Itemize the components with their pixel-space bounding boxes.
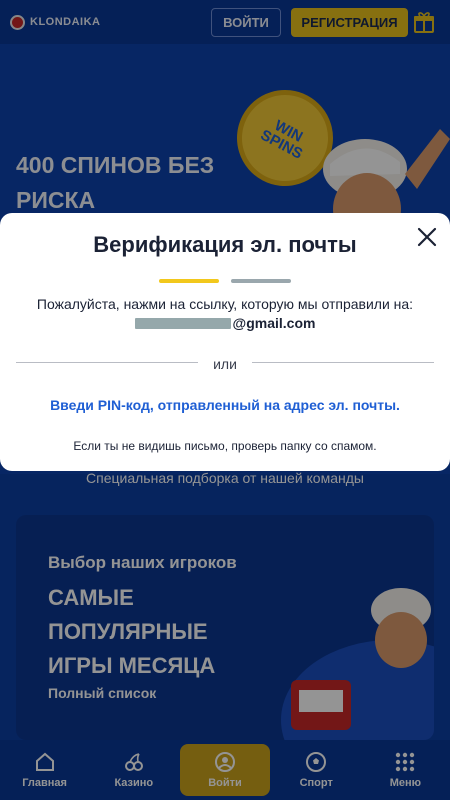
email-redaction bbox=[134, 317, 231, 329]
email-address: @gmail.com bbox=[0, 315, 450, 331]
step-indicator-active bbox=[159, 279, 219, 283]
step-indicator-inactive bbox=[231, 279, 291, 283]
divider-text: или bbox=[213, 356, 237, 372]
email-domain: @gmail.com bbox=[232, 315, 316, 331]
modal-description: Пожалуйста, нажми на ссылку, которую мы … bbox=[36, 296, 414, 312]
spam-note: Если ты не видишь письмо, проверь папку … bbox=[73, 439, 377, 453]
modal-title: Верификация эл. почты bbox=[93, 232, 357, 257]
enter-pin-link[interactable]: Введи PIN-код, отправленный на адрес эл.… bbox=[0, 397, 450, 413]
